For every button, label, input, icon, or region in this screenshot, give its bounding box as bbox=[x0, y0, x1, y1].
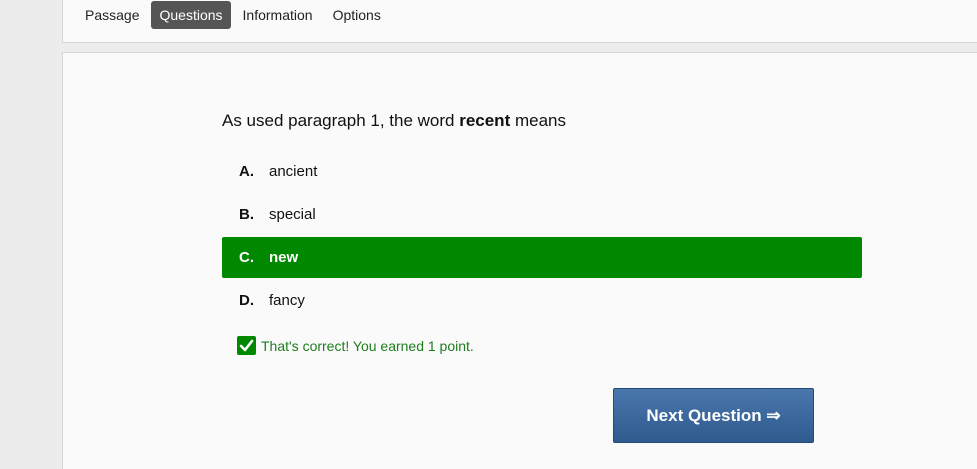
choice-letter: C. bbox=[239, 249, 254, 266]
question-keyword: recent bbox=[459, 111, 511, 130]
choice-label: new bbox=[269, 249, 299, 266]
choice-d[interactable]: D. fancy bbox=[222, 280, 862, 321]
tab-bar: Passage Questions Information Options bbox=[77, 1, 393, 29]
question-prefix: As used paragraph 1, the word bbox=[222, 111, 460, 130]
checkbox-checked-icon bbox=[237, 336, 256, 355]
question-text: As used paragraph 1, the word recent mea… bbox=[222, 111, 566, 131]
choice-c[interactable]: C. new bbox=[222, 237, 862, 278]
choice-letter: A. bbox=[239, 163, 254, 180]
tab-questions[interactable]: Questions bbox=[151, 1, 231, 29]
feedback-message: That's correct! You earned 1 point. bbox=[237, 336, 474, 355]
tab-information[interactable]: Information bbox=[235, 1, 321, 29]
answer-choices: A. ancient B. special C. new D. fancy bbox=[222, 151, 862, 323]
next-question-button[interactable]: Next Question ⇒ bbox=[613, 388, 814, 443]
tab-options[interactable]: Options bbox=[325, 1, 389, 29]
question-panel: As used paragraph 1, the word recent mea… bbox=[62, 52, 977, 469]
choice-letter: D. bbox=[239, 292, 254, 309]
choice-label: ancient bbox=[269, 163, 318, 180]
feedback-text: That's correct! You earned 1 point. bbox=[261, 337, 474, 354]
top-toolbar: Passage Questions Information Options bbox=[62, 0, 977, 43]
choice-label: special bbox=[269, 206, 316, 223]
choice-a[interactable]: A. ancient bbox=[222, 151, 862, 192]
question-suffix: means bbox=[510, 111, 566, 130]
tab-passage[interactable]: Passage bbox=[77, 1, 147, 29]
choice-b[interactable]: B. special bbox=[222, 194, 862, 235]
choice-label: fancy bbox=[269, 292, 305, 309]
choice-letter: B. bbox=[239, 206, 254, 223]
